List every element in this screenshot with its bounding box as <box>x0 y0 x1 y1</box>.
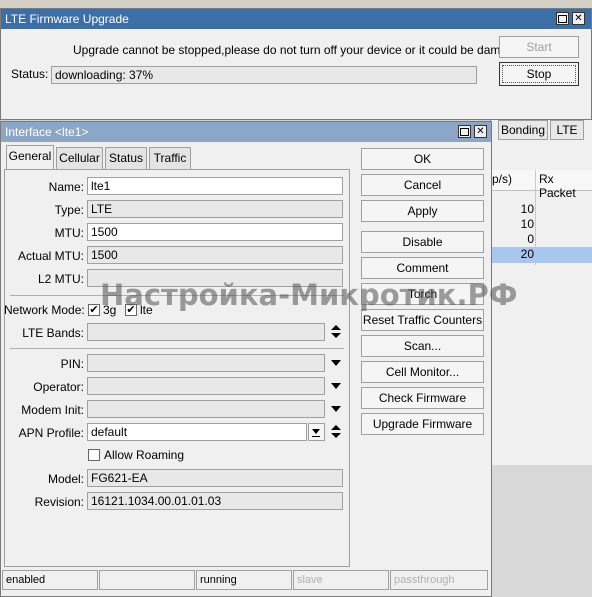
background-list-bottom-area <box>490 465 592 597</box>
firmware-status-field: downloading: 37% <box>51 66 477 84</box>
interface-window-title: Interface <lte1> <box>5 125 89 139</box>
pin-dropdown-icon[interactable] <box>331 360 341 366</box>
modem-init-label: Modem Init: <box>21 403 84 417</box>
firmware-warning-text: Upgrade cannot be stopped,please do not … <box>73 43 528 57</box>
operator-dropdown-icon[interactable] <box>331 383 341 389</box>
model-label: Model: <box>47 472 84 486</box>
model-field: FG621-EA <box>87 469 343 487</box>
interface-window-titlebar[interactable]: Interface <lte1> <box>1 122 491 142</box>
name-label: Name: <box>48 180 84 194</box>
network-mode-label: Network Mode: <box>4 303 85 317</box>
form-divider <box>10 348 344 349</box>
pin-label: PIN: <box>60 357 84 371</box>
name-input[interactable]: lte1 <box>87 177 343 195</box>
actual-mtu-field: 1500 <box>87 246 343 264</box>
start-button[interactable]: Start <box>499 36 579 58</box>
watermark-text: Настройка-Микротик.РФ <box>100 278 518 312</box>
ok-button[interactable]: OK <box>361 148 484 170</box>
pin-field[interactable] <box>87 354 325 372</box>
allow-roaming-label: Allow Roaming <box>104 448 185 462</box>
restore-icon[interactable] <box>458 125 471 138</box>
reset-traffic-counters-button[interactable]: Reset Traffic Counters <box>361 309 484 331</box>
check-firmware-button[interactable]: Check Firmware <box>361 387 484 409</box>
background-tab-lte[interactable]: LTE <box>550 120 584 140</box>
tab-general[interactable]: General <box>6 145 54 169</box>
mtu-input[interactable]: 1500 <box>87 223 343 241</box>
actual-mtu-label: Actual MTU: <box>17 249 84 263</box>
apn-profile-label: APN Profile: <box>18 426 84 440</box>
type-label: Type: <box>54 203 84 217</box>
status-running: running <box>196 570 292 590</box>
comment-button[interactable]: Comment <box>361 257 484 279</box>
firmware-upgrade-window: LTE Firmware Upgrade ✕ Upgrade cannot be… <box>0 8 592 120</box>
mtu-label: MTU: <box>54 226 84 240</box>
stop-button[interactable]: Stop <box>499 62 579 86</box>
firmware-window-title: LTE Firmware Upgrade <box>5 12 129 26</box>
background-tab-bonding[interactable]: Bonding <box>498 120 548 140</box>
modem-init-field[interactable] <box>87 400 325 418</box>
l2-mtu-label: L2 MTU: <box>37 272 84 286</box>
disable-button[interactable]: Disable <box>361 231 484 253</box>
apn-profile-dropdown-button[interactable] <box>308 423 325 441</box>
table-row-value[interactable]: 10 <box>500 217 534 231</box>
status-slave: slave <box>293 570 389 590</box>
network-mode-3g-checkbox[interactable]: ✔ <box>88 304 100 316</box>
type-field: LTE <box>87 200 343 218</box>
status-empty <box>99 570 195 590</box>
column-header-rate[interactable]: p/s) <box>492 172 512 186</box>
tab-traffic[interactable]: Traffic <box>149 147 191 169</box>
table-row-value[interactable]: 20 <box>500 247 534 261</box>
cell-monitor-button[interactable]: Cell Monitor... <box>361 361 484 383</box>
upgrade-firmware-button[interactable]: Upgrade Firmware <box>361 413 484 435</box>
scan-button[interactable]: Scan... <box>361 335 484 357</box>
status-passthrough: passthrough <box>390 570 488 590</box>
column-header-rx-packet[interactable]: Rx Packet <box>539 172 592 200</box>
modem-init-dropdown-icon[interactable] <box>331 406 341 412</box>
revision-field: 16121.1034.00.01.01.03 <box>87 492 343 510</box>
close-icon[interactable]: ✕ <box>572 12 585 25</box>
operator-label: Operator: <box>33 380 84 394</box>
table-row-value[interactable]: 0 <box>500 232 534 246</box>
tab-cellular[interactable]: Cellular <box>56 147 103 169</box>
close-icon[interactable]: ✕ <box>474 125 487 138</box>
apn-profile-add-remove-icon[interactable] <box>331 424 341 440</box>
table-row-value[interactable]: 10 <box>500 202 534 216</box>
restore-icon[interactable] <box>556 12 569 25</box>
allow-roaming-checkbox[interactable] <box>88 449 100 461</box>
lte-bands-label: LTE Bands: <box>22 326 84 340</box>
dropdown-underline <box>312 436 320 437</box>
revision-label: Revision: <box>34 495 84 509</box>
firmware-window-titlebar[interactable]: LTE Firmware Upgrade <box>1 9 591 29</box>
apn-profile-select[interactable]: default <box>87 423 307 441</box>
firmware-status-label: Status: <box>11 67 49 81</box>
cancel-button[interactable]: Cancel <box>361 174 484 196</box>
chevron-down-icon <box>312 429 320 434</box>
tab-status[interactable]: Status <box>105 147 147 169</box>
lte-bands-add-remove-icon[interactable] <box>331 324 341 340</box>
operator-field[interactable] <box>87 377 325 395</box>
lte-bands-field[interactable] <box>87 323 325 341</box>
status-enabled: enabled <box>2 570 98 590</box>
apply-button[interactable]: Apply <box>361 200 484 222</box>
